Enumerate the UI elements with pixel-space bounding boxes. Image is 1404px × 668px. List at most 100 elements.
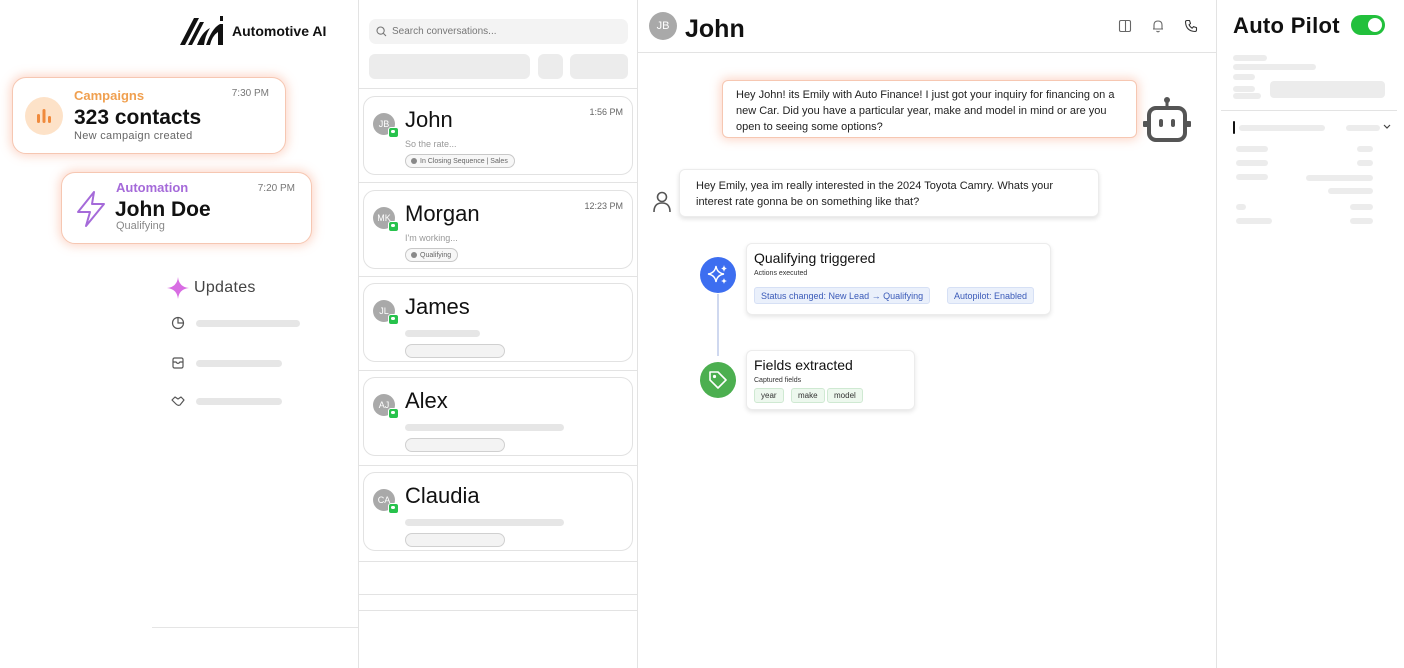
placeholder (1236, 204, 1246, 210)
filter-button[interactable] (570, 54, 628, 79)
updates-heading[interactable]: Updates (166, 276, 256, 300)
avatar: JB (649, 12, 677, 40)
brand-logo[interactable]: Automotive AI (180, 16, 326, 46)
conversation-item-claudia[interactable]: CA Claudia (363, 472, 633, 551)
search-input[interactable] (392, 26, 612, 37)
preview-placeholder (405, 330, 480, 337)
event-pill: Autopilot: Enabled (947, 287, 1035, 304)
ai-message-bubble: Hey John! its Emily with Auto Finance! I… (722, 80, 1137, 138)
updates-item-placeholder (196, 319, 300, 327)
divider (359, 465, 637, 466)
placeholder-input[interactable] (1270, 81, 1385, 98)
conversation-name: Claudia (405, 483, 480, 508)
event-card-qualifying[interactable]: Qualifying triggered Actions executed St… (746, 243, 1051, 315)
divider (359, 182, 637, 183)
brand-name: Automotive AI (232, 23, 327, 39)
autopilot-panel: Auto Pilot (1216, 0, 1404, 668)
sparkle-icon (167, 277, 189, 299)
sparkles-icon (700, 257, 736, 293)
bell-icon[interactable] (1151, 19, 1165, 33)
automation-kicker: Automation (116, 180, 189, 195)
updates-item-deals[interactable] (171, 394, 282, 408)
chat-panel: JB John Hey John! its Emily with Auto Fi… (638, 0, 1216, 668)
brand-logo-icon (180, 16, 223, 45)
left-panel: Automotive AI Campaigns 323 contacts New… (0, 0, 358, 668)
event-title: Fields extracted (754, 357, 853, 373)
placeholder (1233, 86, 1255, 92)
status-badge: In Closing Sequence | Sales (405, 154, 515, 168)
placeholder (1233, 93, 1261, 99)
campaign-notification-card[interactable]: Campaigns 323 contacts New campaign crea… (12, 77, 286, 154)
updates-item-inbox[interactable] (171, 356, 282, 370)
updates-item-placeholder (196, 397, 282, 405)
lightning-bolt-icon (77, 191, 105, 227)
divider (359, 370, 637, 371)
search-icon (376, 26, 387, 37)
divider (359, 88, 637, 89)
search-box[interactable] (369, 19, 628, 44)
autopilot-toggle[interactable] (1351, 15, 1385, 35)
conversation-item-james[interactable]: JL James (363, 283, 633, 362)
sidebar-toggle-icon[interactable] (1118, 19, 1132, 33)
automation-time: 7:20 PM (257, 183, 295, 194)
placeholder (1236, 218, 1272, 224)
event-subtitle: Captured fields (754, 377, 802, 384)
placeholder (1233, 55, 1267, 61)
event-card-fields[interactable]: Fields extracted Captured fields year ma… (746, 350, 915, 410)
timeline-connector (717, 294, 719, 356)
chat-header: JB John (638, 0, 1216, 53)
placeholder (1306, 175, 1373, 181)
pie-chart-icon (171, 316, 185, 330)
phone-icon[interactable] (1184, 19, 1198, 33)
divider (152, 627, 358, 628)
conversation-time: 12:23 PM (584, 201, 623, 211)
tag-placeholder (405, 438, 505, 452)
sms-channel-icon (388, 408, 399, 419)
tag-placeholder (405, 344, 505, 358)
placeholder (1350, 204, 1373, 210)
placeholder (1233, 74, 1255, 80)
placeholder (1236, 160, 1268, 166)
conversation-list-panel: JB John 1:56 PM So the rate... In Closin… (358, 0, 638, 668)
placeholder (1236, 146, 1268, 152)
handshake-icon (171, 396, 185, 406)
filter-button[interactable] (369, 54, 530, 79)
conversation-item-morgan[interactable]: MK Morgan 12:23 PM I'm working... Qualif… (363, 190, 633, 269)
preview-placeholder (405, 519, 564, 526)
placeholder (1357, 160, 1373, 166)
event-title: Qualifying triggered (754, 250, 876, 266)
filter-button[interactable] (538, 54, 563, 79)
conversation-time: 1:56 PM (589, 107, 623, 117)
updates-label: Updates (194, 279, 256, 296)
field-pill: make (791, 388, 825, 403)
automation-subtitle: Qualifying (116, 220, 165, 232)
automation-notification-card[interactable]: Automation John Doe Qualifying 7:20 PM (61, 172, 312, 244)
contact-name: John (685, 15, 745, 43)
placeholder (1236, 174, 1268, 180)
conversation-name: Morgan (405, 201, 480, 226)
divider (359, 276, 637, 277)
event-subtitle: Actions executed (754, 270, 808, 277)
status-badge: Qualifying (405, 248, 459, 262)
robot-icon (1143, 97, 1191, 142)
placeholder (1357, 146, 1373, 152)
sms-channel-icon (388, 314, 399, 325)
sms-channel-icon (388, 503, 399, 514)
updates-item-analytics[interactable] (171, 316, 300, 330)
campaign-title: 323 contacts (74, 106, 202, 129)
autopilot-title: Auto Pilot (1233, 13, 1340, 38)
divider (359, 610, 637, 611)
placeholder (1239, 125, 1325, 131)
inbox-icon (172, 357, 184, 369)
sms-channel-icon (388, 127, 399, 138)
conversation-item-alex[interactable]: AJ Alex (363, 377, 633, 456)
bar-chart-icon (25, 97, 63, 135)
field-pill: model (827, 388, 863, 403)
tag-icon (700, 362, 736, 398)
placeholder (1346, 125, 1380, 131)
preview-placeholder (405, 424, 564, 431)
conversation-item-john[interactable]: JB John 1:56 PM So the rate... In Closin… (363, 96, 633, 175)
placeholder (1328, 188, 1373, 194)
chevron-down-icon[interactable] (1383, 124, 1391, 130)
divider (359, 561, 637, 562)
